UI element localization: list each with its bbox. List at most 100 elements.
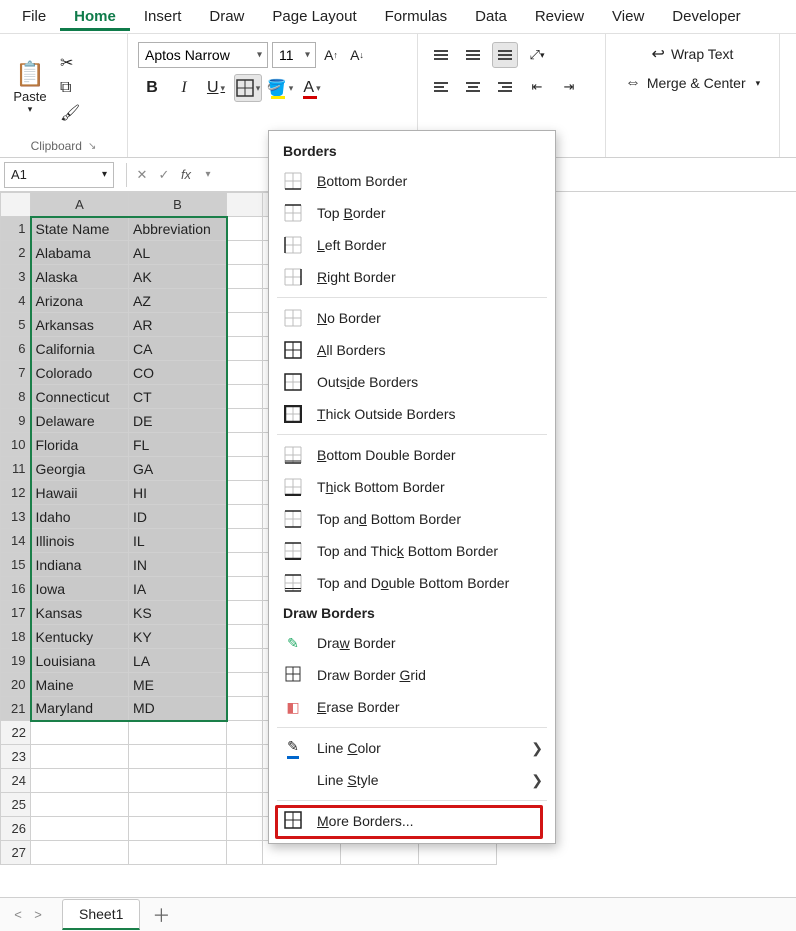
tab-nav-prev[interactable]: < (8, 907, 28, 922)
cell[interactable] (31, 745, 129, 769)
cell[interactable]: HI (129, 481, 227, 505)
cell[interactable] (227, 577, 263, 601)
cell[interactable] (129, 793, 227, 817)
border-menu-item[interactable]: Outside Borders (269, 366, 555, 398)
cell[interactable]: Alabama (31, 241, 129, 265)
cell[interactable] (227, 793, 263, 817)
cell[interactable] (31, 769, 129, 793)
border-menu-item[interactable]: Top Border (269, 197, 555, 229)
border-menu-item[interactable]: Left Border (269, 229, 555, 261)
cell[interactable]: FL (129, 433, 227, 457)
tab-data[interactable]: Data (461, 2, 521, 31)
row-header[interactable]: 9 (1, 409, 31, 433)
cell[interactable]: IN (129, 553, 227, 577)
cell[interactable]: State Name (31, 217, 129, 241)
tab-nav-next[interactable]: > (28, 907, 48, 922)
cell[interactable] (227, 721, 263, 745)
cell[interactable]: GA (129, 457, 227, 481)
insert-function-button[interactable]: fx (175, 167, 197, 182)
row-header[interactable]: 16 (1, 577, 31, 601)
cell[interactable] (227, 361, 263, 385)
cell[interactable]: ME (129, 673, 227, 697)
border-menu-item[interactable]: Draw Border Grid (269, 659, 555, 691)
row-header[interactable]: 3 (1, 265, 31, 289)
cell[interactable] (419, 841, 497, 865)
chevron-down-icon[interactable]: ▾ (197, 169, 219, 180)
tab-file[interactable]: File (8, 2, 60, 31)
cancel-formula-button[interactable]: ✕ (131, 167, 153, 183)
cell[interactable] (227, 529, 263, 553)
cell[interactable] (227, 457, 263, 481)
cell[interactable] (227, 697, 263, 721)
cell[interactable]: IA (129, 577, 227, 601)
row-header[interactable]: 25 (1, 793, 31, 817)
row-header[interactable]: 4 (1, 289, 31, 313)
enter-formula-button[interactable]: ✓ (153, 167, 175, 183)
cell[interactable]: Idaho (31, 505, 129, 529)
tab-home[interactable]: Home (60, 2, 130, 31)
row-header[interactable]: 20 (1, 673, 31, 697)
increase-font-size-button[interactable]: A↑ (320, 44, 342, 66)
row-header[interactable]: 2 (1, 241, 31, 265)
cell[interactable]: Florida (31, 433, 129, 457)
cell[interactable]: CA (129, 337, 227, 361)
cell[interactable] (227, 289, 263, 313)
increase-indent-button[interactable]: ⇥ (556, 74, 582, 100)
cell[interactable] (227, 409, 263, 433)
tab-page-layout[interactable]: Page Layout (258, 2, 370, 31)
cell[interactable]: Kansas (31, 601, 129, 625)
col-header-gap[interactable] (227, 193, 263, 217)
border-menu-item[interactable]: ✎Line Color❯ (269, 732, 555, 764)
border-menu-item[interactable]: Thick Outside Borders (269, 398, 555, 430)
cell[interactable] (129, 841, 227, 865)
tab-formulas[interactable]: Formulas (371, 2, 462, 31)
cell[interactable] (227, 241, 263, 265)
cell[interactable]: CO (129, 361, 227, 385)
cell[interactable] (227, 505, 263, 529)
cell[interactable]: IL (129, 529, 227, 553)
border-menu-item[interactable]: More Borders... (269, 805, 555, 837)
cell[interactable] (263, 841, 341, 865)
row-header[interactable]: 8 (1, 385, 31, 409)
cell[interactable]: AK (129, 265, 227, 289)
cut-button[interactable]: ✂ (60, 53, 80, 73)
cell[interactable]: Delaware (31, 409, 129, 433)
borders-button[interactable]: ▾ (234, 74, 262, 102)
cell[interactable]: Connecticut (31, 385, 129, 409)
cell[interactable] (227, 769, 263, 793)
cell[interactable] (227, 673, 263, 697)
name-box[interactable]: A1 ▾ (4, 162, 114, 188)
row-header[interactable]: 14 (1, 529, 31, 553)
cell[interactable]: CT (129, 385, 227, 409)
cell[interactable]: Iowa (31, 577, 129, 601)
col-header-b[interactable]: B (129, 193, 227, 217)
align-left-button[interactable] (428, 74, 454, 100)
cell[interactable] (341, 841, 419, 865)
cell[interactable]: California (31, 337, 129, 361)
row-header[interactable]: 12 (1, 481, 31, 505)
align-top-button[interactable] (428, 42, 454, 68)
tab-insert[interactable]: Insert (130, 2, 196, 31)
cell[interactable] (227, 553, 263, 577)
cell[interactable] (129, 721, 227, 745)
cell[interactable] (31, 817, 129, 841)
cell[interactable]: Arizona (31, 289, 129, 313)
orientation-button[interactable]: ⤢▾ (524, 42, 550, 68)
row-header[interactable]: 6 (1, 337, 31, 361)
cell[interactable] (227, 433, 263, 457)
align-bottom-button[interactable] (492, 42, 518, 68)
border-menu-item[interactable]: Top and Bottom Border (269, 503, 555, 535)
copy-button[interactable]: ⧉ (60, 79, 80, 97)
cell[interactable]: Louisiana (31, 649, 129, 673)
row-header[interactable]: 27 (1, 841, 31, 865)
sheet-tab-active[interactable]: Sheet1 (62, 899, 140, 930)
row-header[interactable]: 18 (1, 625, 31, 649)
cell[interactable] (129, 817, 227, 841)
cell[interactable]: KS (129, 601, 227, 625)
row-header[interactable]: 13 (1, 505, 31, 529)
border-menu-item[interactable]: ◧Erase Border (269, 691, 555, 723)
border-menu-item[interactable]: Line Style❯ (269, 764, 555, 796)
row-header[interactable]: 26 (1, 817, 31, 841)
cell[interactable] (227, 625, 263, 649)
row-header[interactable]: 1 (1, 217, 31, 241)
